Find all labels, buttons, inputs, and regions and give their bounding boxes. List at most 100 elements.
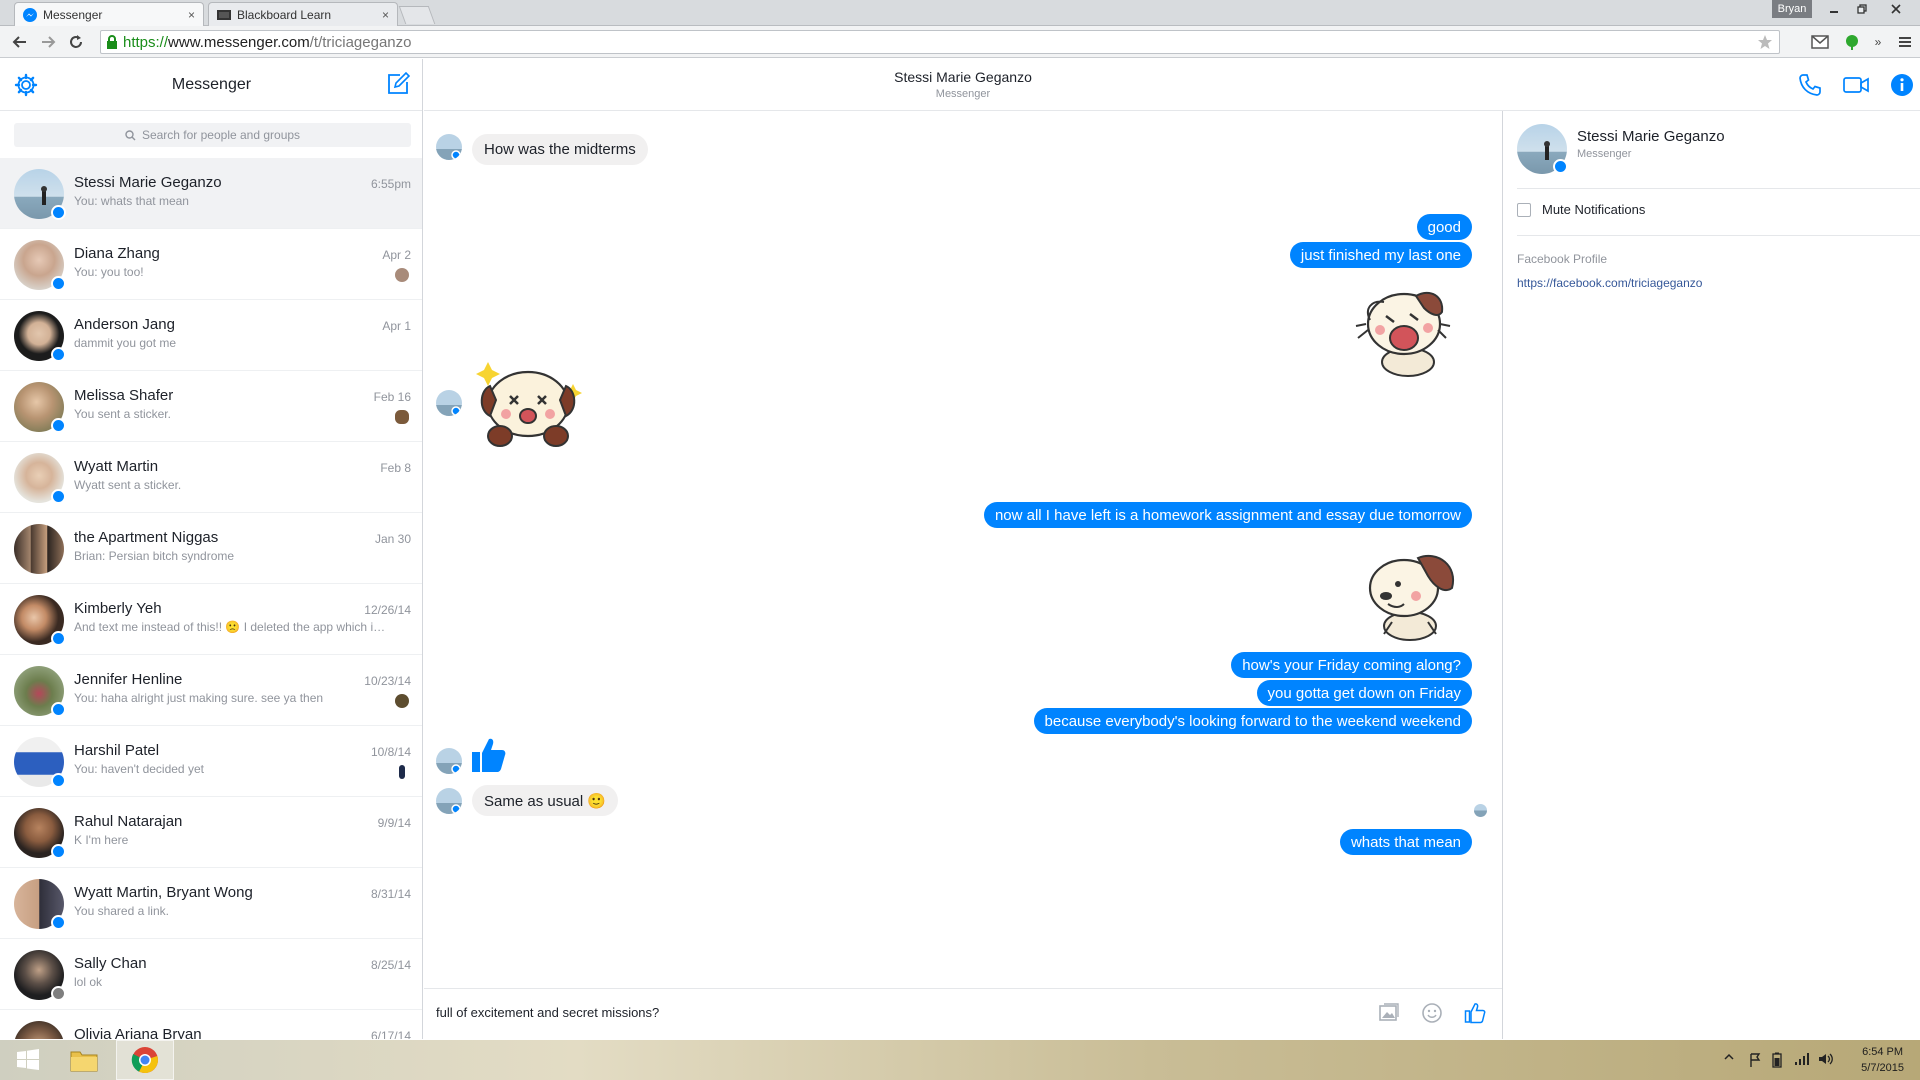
restore-icon[interactable] [1848,0,1876,18]
notification-flag-icon[interactable] [1748,1052,1762,1068]
info-icon[interactable] [1890,73,1914,97]
conversation-item[interactable]: the Apartment Niggas Brian: Persian bitc… [0,513,422,584]
photo-attach-icon[interactable] [1378,1002,1400,1024]
emoji-icon[interactable] [1421,1002,1443,1024]
message-outgoing: just finished my last one [1289,242,1472,268]
search-input[interactable]: Search for people and groups [14,123,411,147]
conversation-name: Stessi Marie Geganzo [74,174,222,191]
message-outgoing: you gotta get down on Friday [1256,680,1472,706]
contact-avatar [436,134,462,160]
bookmark-star-icon[interactable] [1757,34,1773,50]
search-icon [125,129,136,141]
battery-icon[interactable] [1772,1052,1782,1068]
conversation-item[interactable]: Sally Chan lol ok 8/25/14 [0,939,422,1010]
network-signal-icon[interactable] [1794,1052,1810,1066]
conversation-snippet: You: whats that mean [74,194,189,208]
browser-toolbar: https://www.messenger.com/t/triciageganz… [0,26,1920,58]
mute-notifications-toggle[interactable]: Mute Notifications [1517,202,1645,217]
message-outgoing: good [1416,214,1472,240]
messenger-badge-icon [51,205,66,220]
info-contact-name: Stessi Marie Geganzo [1577,128,1725,145]
search-placeholder: Search for people and groups [141,128,301,142]
profile-button[interactable]: Bryan [1772,0,1812,18]
messenger-badge-icon [51,418,66,433]
conversation-time: 10/8/14 [370,745,411,759]
message-input[interactable]: full of excitement and secret missions? [436,1005,659,1020]
chat-panel: Stessi Marie Geganzo Messenger How was t… [424,59,1920,1039]
gmail-icon[interactable] [1810,32,1830,52]
conversation-time: Jan 30 [374,532,411,546]
conversation-name: Anderson Jang [74,316,175,333]
facebook-profile-label: Facebook Profile [1517,252,1608,266]
messenger-badge-icon [51,915,66,930]
volume-icon[interactable] [1818,1052,1834,1066]
seen-avatar-icon [395,268,409,282]
conversation-item[interactable]: Melissa Shafer You sent a sticker. Feb 1… [0,371,422,442]
conversation-item[interactable]: Stessi Marie Geganzo You: whats that mea… [0,158,422,229]
conversation-item[interactable]: Jennifer Henline You: haha alright just … [0,655,422,726]
address-bar[interactable]: https://www.messenger.com/t/triciageganz… [100,30,1780,54]
conversation-item[interactable]: Harshil Patel You: haven't decided yet 1… [0,726,422,797]
sticker-shy-dog [1358,542,1462,642]
evernote-icon[interactable] [1842,32,1862,52]
new-tab-button[interactable] [398,6,436,24]
video-call-icon[interactable] [1842,73,1870,97]
messenger-badge-icon [1553,159,1568,174]
browser-tab-bar: Messenger × Blackboard Learn × Bryan [0,0,1920,26]
url-scheme: https:// [123,33,169,51]
conversation-item[interactable]: Kimberly Yeh And text me instead of this… [0,584,422,655]
message-composer[interactable]: full of excitement and secret missions? [424,988,1502,1039]
avatar [14,1021,64,1039]
conversation-name: Wyatt Martin, Bryant Wong [74,884,253,901]
close-window-icon[interactable] [1876,0,1916,18]
messenger-badge-icon [51,347,66,362]
reload-icon[interactable] [64,30,88,54]
mute-checkbox[interactable] [1517,202,1531,217]
tab-messenger[interactable]: Messenger × [14,2,204,26]
file-explorer-icon[interactable] [62,1040,106,1080]
conversation-item[interactable]: Wyatt Martin Wyatt sent a sticker. Feb 8 [0,442,422,513]
tab-close-icon[interactable]: × [382,8,389,22]
contact-avatar [436,390,462,416]
conversation-item[interactable]: Wyatt Martin, Bryant Wong You shared a l… [0,868,422,939]
messenger-badge-icon [51,276,66,291]
conversation-time: Feb 16 [373,390,411,404]
tab-close-icon[interactable]: × [188,8,195,22]
chrome-menu-icon[interactable] [1895,32,1915,52]
sticker-excited-dog [470,360,586,450]
compose-icon[interactable] [386,72,410,96]
conversation-name: Jennifer Henline [74,671,183,688]
sidebar-title: Messenger [171,76,252,93]
conversation-time: 6:55pm [370,177,411,191]
facebook-profile-link[interactable]: https://facebook.com/triciageganzo [1517,276,1702,290]
tab-blackboard[interactable]: Blackboard Learn × [208,2,398,26]
forward-icon[interactable] [36,30,60,54]
like-send-icon[interactable] [1464,1002,1486,1024]
tray-expand-icon[interactable] [1724,1052,1734,1062]
conversation-name: the Apartment Niggas [74,529,219,546]
clock-time: 6:54 PM [1862,1046,1904,1058]
windows-start-icon[interactable] [8,1040,48,1080]
taskbar-clock[interactable]: 6:54 PM 5/7/2015 [1861,1044,1904,1076]
phone-call-icon[interactable] [1798,73,1822,97]
conversation-item[interactable]: Olivia Ariana Bryan 6/17/14 [0,1010,422,1039]
conversation-sidebar: Messenger Search for people and groups S… [0,59,423,1039]
clock-date: 5/7/2015 [1861,1062,1904,1074]
chrome-taskbar-icon[interactable] [116,1040,174,1080]
tab-title: Blackboard Learn [237,7,332,22]
conversation-item[interactable]: Rahul Natarajan K I'm here 9/9/14 [0,797,422,868]
chat-header: Stessi Marie Geganzo Messenger [424,59,1920,111]
minimize-icon[interactable] [1820,0,1848,18]
windows-taskbar: 6:54 PM 5/7/2015 [0,1040,1920,1080]
mute-label: Mute Notifications [1542,202,1646,217]
seen-avatar-icon [395,410,409,424]
more-extensions-icon[interactable]: » [1868,32,1888,52]
chat-contact-name[interactable]: Stessi Marie Geganzo [424,69,1502,85]
conversation-item[interactable]: Anderson Jang dammit you got me Apr 1 [0,300,422,371]
conversation-item[interactable]: Diana Zhang You: you too! Apr 2 [0,229,422,300]
messenger-badge-icon [51,773,66,788]
sticker-laughing-dog [1350,278,1458,378]
back-icon[interactable] [8,30,32,54]
conversation-time: 12/26/14 [364,603,411,617]
messenger-badge-icon [51,702,66,717]
